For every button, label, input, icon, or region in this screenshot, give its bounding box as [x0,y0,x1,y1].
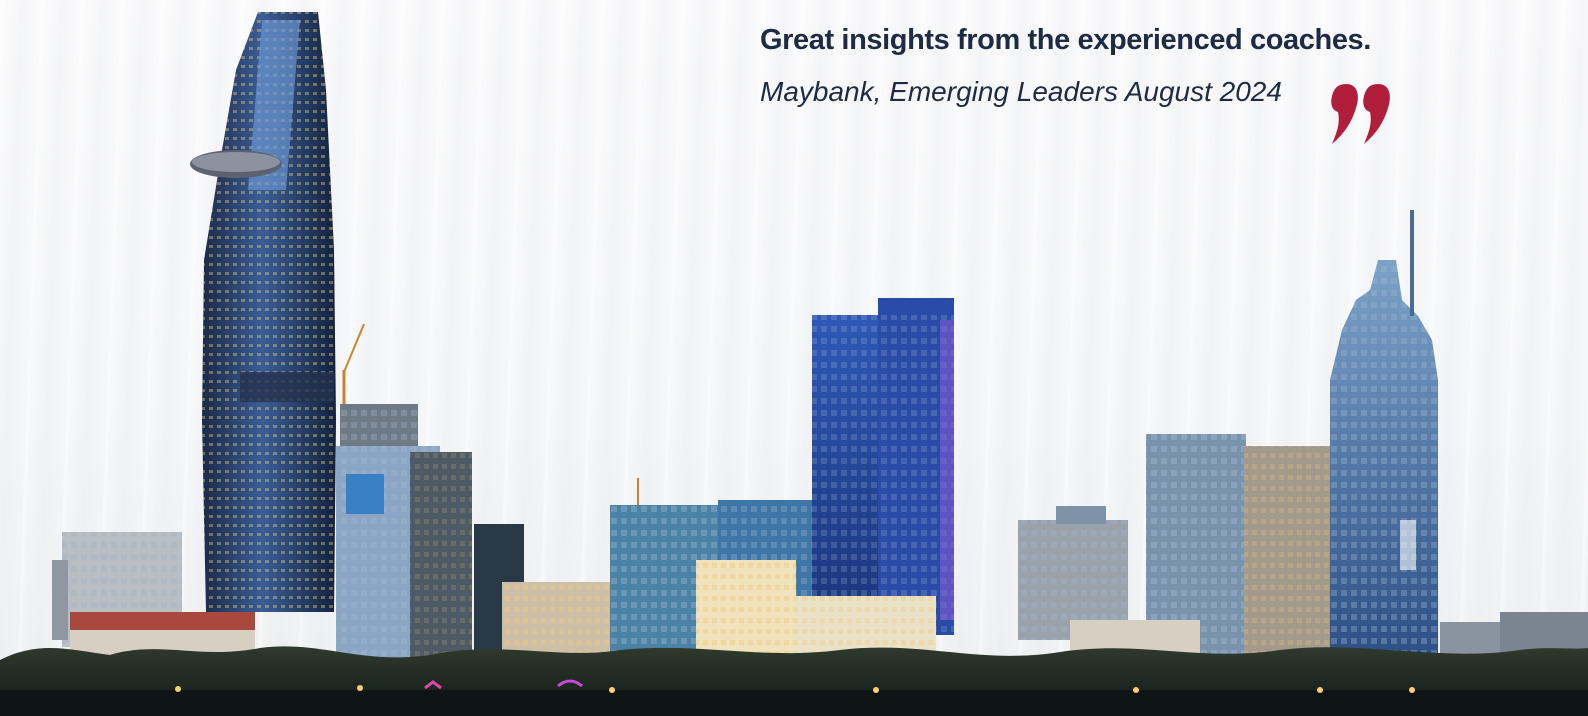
testimonial-quote: Great insights from the experienced coac… [760,24,1371,56]
testimonial-page: Great insights from the experienced coac… [0,0,1588,716]
testimonial-block: Great insights from the experienced coac… [760,20,1400,110]
testimonial-attribution: Maybank, Emerging Leaders August 2024 [760,76,1282,107]
closing-quote-icon [1331,84,1390,144]
